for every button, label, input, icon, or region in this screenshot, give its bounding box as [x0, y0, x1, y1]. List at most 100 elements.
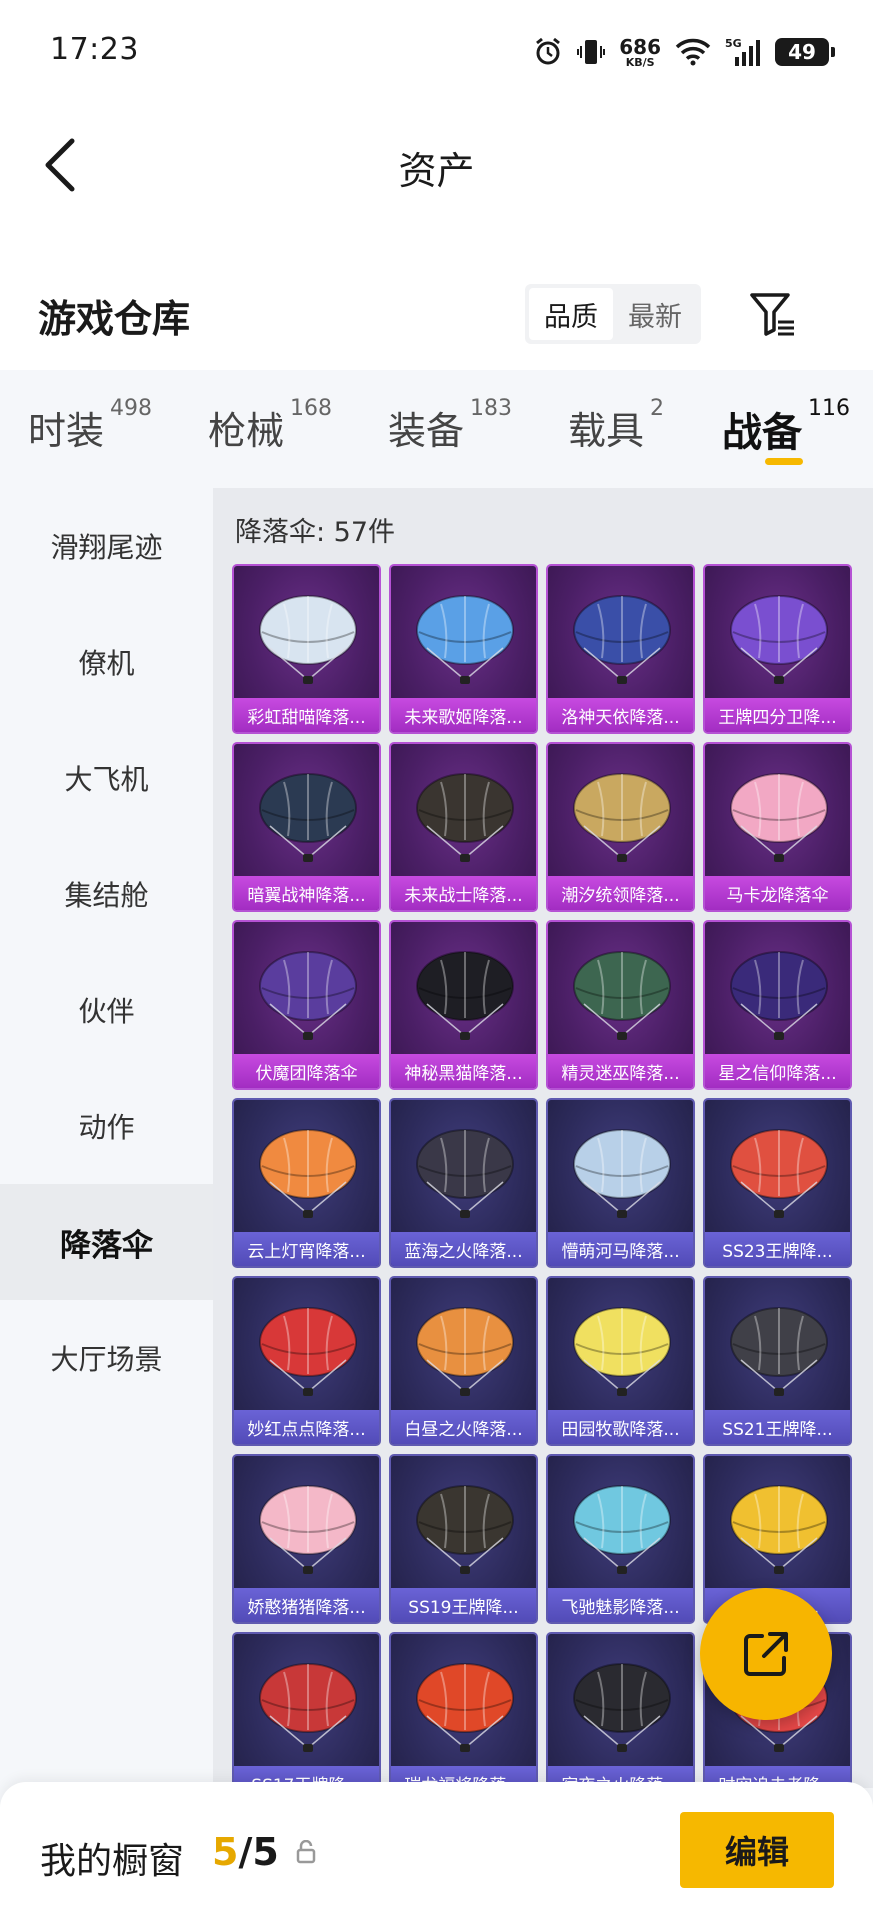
signal-icon: 5G [725, 37, 761, 67]
tab-firearms[interactable]: 枪械 168 [208, 396, 332, 455]
edit-button[interactable]: 编辑 [680, 1812, 834, 1888]
item-name: SS21王牌降... [705, 1410, 850, 1444]
parachute-item-card[interactable]: 洛神天依降落... [546, 564, 695, 734]
tab-fashion[interactable]: 时装 498 [28, 396, 152, 455]
item-name: SS19王牌降... [391, 1588, 536, 1622]
tab-tactical-gear[interactable]: 战备 116 [722, 396, 850, 458]
item-name: 田园牧歌降落... [548, 1410, 693, 1444]
parachute-item-card[interactable]: 未来歌姬降落... [389, 564, 538, 734]
parachute-item-card[interactable]: 潮汐统领降落... [546, 742, 695, 912]
parachute-item-card[interactable]: 宿夜之火降落... [546, 1632, 695, 1788]
sidebar-item-companion[interactable]: 伙伴 [0, 952, 213, 1068]
parachute-icon [259, 1485, 357, 1574]
parachute-item-card[interactable]: 白昼之火降落... [389, 1276, 538, 1446]
status-icons: 686 KB/S 5G 49 [533, 30, 835, 74]
parachute-icon [730, 773, 828, 862]
parachute-icon [259, 595, 357, 684]
parachute-icon [416, 951, 514, 1040]
item-name: 彩虹甜喵降落... [234, 698, 379, 732]
showcase-title: 我的橱窗 [40, 1841, 185, 1882]
parachute-item-card[interactable]: 瑞龙福将降落... [389, 1632, 538, 1788]
showcase-separator: / [238, 1830, 253, 1874]
parachute-item-card[interactable]: 妙红点点降落... [232, 1276, 381, 1446]
subcategory-sidebar: 滑翔尾迹 僚机 大飞机 集结舱 伙伴 动作 降落伞 大厅场景 [0, 488, 213, 1416]
net-speed-unit: KB/S [625, 55, 655, 69]
tab-equipment[interactable]: 装备 183 [388, 396, 512, 455]
svg-text:5G: 5G [725, 37, 742, 50]
item-name: SS23王牌降... [705, 1232, 850, 1266]
parachute-icon [730, 1485, 828, 1574]
sidebar-item-parachute[interactable]: 降落伞 [0, 1184, 213, 1300]
item-name: 懵萌河马降落... [548, 1232, 693, 1266]
parachute-item-card[interactable]: 精灵迷巫降落... [546, 920, 695, 1090]
parachute-item-card[interactable]: 马卡龙降落伞 [703, 742, 852, 912]
item-name: 洛神天依降落... [548, 698, 693, 732]
parachute-icon [730, 1307, 828, 1396]
sidebar-item-assembly-pod[interactable]: 集结舱 [0, 836, 213, 952]
tab-vehicles[interactable]: 载具 2 [568, 396, 664, 455]
parachute-item-card[interactable]: 懵萌河马降落... [546, 1098, 695, 1268]
parachute-item-card[interactable]: 娇憨猪猪降落... [232, 1454, 381, 1624]
filter-icon [750, 293, 794, 336]
item-name: 娇憨猪猪降落... [234, 1588, 379, 1622]
status-bar: 17:23 686 KB/S 5G 49 [0, 0, 873, 100]
sort-newest-option[interactable]: 最新 [613, 288, 697, 340]
tab-label: 载具 [568, 409, 645, 453]
parachute-icon [416, 595, 514, 684]
sidebar-item-airplane[interactable]: 大飞机 [0, 720, 213, 836]
share-button[interactable] [700, 1588, 832, 1720]
item-name: 飞驰魅影降落... [548, 1588, 693, 1622]
parachute-item-card[interactable]: SS23王牌降... [703, 1098, 852, 1268]
filter-button[interactable] [742, 284, 802, 344]
sidebar-item-lobby-scene[interactable]: 大厅场景 [0, 1300, 213, 1416]
item-name: 云上灯宵降落... [234, 1232, 379, 1266]
showcase-count: 5/5 [212, 1830, 279, 1874]
parachute-icon [730, 1129, 828, 1218]
parachute-item-card[interactable]: 蓝海之火降落... [389, 1098, 538, 1268]
parachute-item-card[interactable]: 暗翼战神降落... [232, 742, 381, 912]
sort-toggle: 品质 最新 [525, 284, 701, 344]
net-speed-value: 686 [619, 34, 661, 59]
category-tabs: 时装 498 枪械 168 装备 183 载具 2 战备 116 [0, 370, 873, 470]
item-name: 伏魔团降落伞 [234, 1054, 379, 1088]
battery-icon: 49 [775, 38, 835, 66]
parachute-icon [259, 1129, 357, 1218]
parachute-item-card[interactable]: 王牌四分卫降... [703, 564, 852, 734]
parachute-item-card[interactable]: 伏魔团降落伞 [232, 920, 381, 1090]
item-name: 精灵迷巫降落... [548, 1054, 693, 1088]
sidebar-item-wingman[interactable]: 僚机 [0, 604, 213, 720]
parachute-icon [573, 1663, 671, 1752]
tab-label: 时装 [28, 409, 105, 453]
parachute-item-card[interactable]: 飞驰魅影降落... [546, 1454, 695, 1624]
showcase-used: 5 [212, 1830, 239, 1874]
showcase-bar: 我的橱窗 5/5 编辑 [0, 1782, 873, 1920]
parachute-item-card[interactable]: 神秘黑猫降落... [389, 920, 538, 1090]
parachute-item-card[interactable]: 星之信仰降落... [703, 920, 852, 1090]
tab-label: 战备 [722, 410, 802, 456]
parachute-icon [259, 773, 357, 862]
showcase-total: 5 [252, 1830, 279, 1874]
item-name: 妙红点点降落... [234, 1410, 379, 1444]
parachute-icon [573, 1129, 671, 1218]
tab-count: 183 [470, 396, 513, 421]
parachute-item-card[interactable]: 云上灯宵降落... [232, 1098, 381, 1268]
item-name: 白昼之火降落... [391, 1410, 536, 1444]
parachute-item-card[interactable]: 彩虹甜喵降落... [232, 564, 381, 734]
parachute-icon [259, 1307, 357, 1396]
sort-quality-option[interactable]: 品质 [529, 288, 613, 340]
parachute-item-card[interactable]: SS21王牌降... [703, 1276, 852, 1446]
parachute-icon [416, 1307, 514, 1396]
tab-label: 装备 [388, 409, 465, 453]
parachute-item-card[interactable]: SS17王牌降... [232, 1632, 381, 1788]
item-name: 潮汐统领降落... [548, 876, 693, 910]
sidebar-item-emote[interactable]: 动作 [0, 1068, 213, 1184]
parachute-item-card[interactable]: 未来战士降落... [389, 742, 538, 912]
parachute-icon [730, 595, 828, 684]
item-name: 未来战士降落... [391, 876, 536, 910]
parachute-icon [573, 1485, 671, 1574]
tab-count: 2 [650, 396, 665, 421]
sidebar-item-glide-trail[interactable]: 滑翔尾迹 [0, 488, 213, 604]
parachute-item-card[interactable]: SS19王牌降... [389, 1454, 538, 1624]
parachute-item-card[interactable]: 田园牧歌降落... [546, 1276, 695, 1446]
net-speed: 686 KB/S [619, 37, 661, 68]
